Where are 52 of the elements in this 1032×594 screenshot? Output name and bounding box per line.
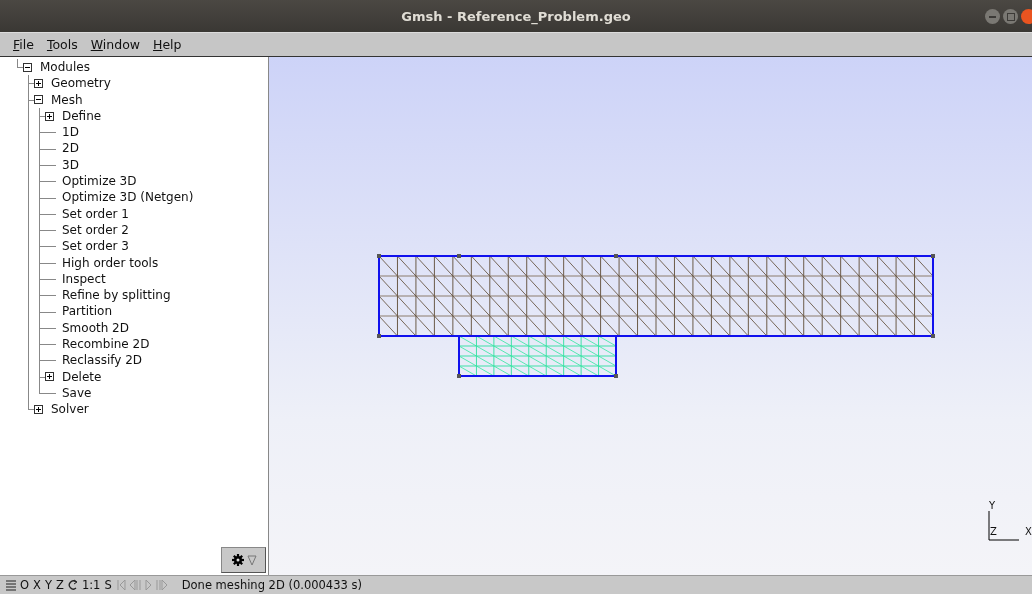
s-button[interactable]: S (104, 578, 112, 592)
tree-item[interactable]: Set order 1 (56, 205, 129, 222)
menu-icon[interactable] (6, 579, 16, 591)
view-button[interactable]: Z (56, 578, 64, 592)
graphics-canvas[interactable]: Y Z X (269, 57, 1032, 575)
tree-item[interactable]: Save (56, 384, 92, 402)
expand-icon[interactable] (34, 404, 43, 414)
view-button[interactable]: O (20, 578, 30, 592)
tree-item[interactable]: 1D (56, 124, 79, 141)
axis-label: X (1025, 527, 1032, 537)
settings-icon (230, 553, 257, 567)
settings-button[interactable] (221, 547, 266, 573)
tree-item[interactable]: Smooth 2D (56, 319, 129, 337)
rotate-icon[interactable] (67, 579, 78, 591)
collapse-icon[interactable] (34, 95, 43, 105)
tree-item[interactable]: Mesh (45, 91, 83, 108)
tree-item[interactable]: Set order 3 (56, 238, 129, 255)
status-message: Done meshing 2D (0.000433 s) (181, 578, 362, 592)
tree-item[interactable]: Geometry (45, 75, 111, 92)
tree-item[interactable]: 2D (56, 140, 79, 157)
expand-icon[interactable] (45, 111, 54, 121)
tree-item[interactable]: Reclassify 2D (56, 352, 143, 369)
close-icon[interactable] (1021, 9, 1032, 24)
menu-item[interactable]: Window (90, 37, 140, 52)
tree-item[interactable]: Delete (56, 368, 102, 385)
tree-item[interactable]: 3D (56, 156, 79, 174)
axes-icon (988, 511, 1020, 541)
expand-icon[interactable] (34, 78, 43, 88)
scale-button[interactable]: 1:1 (81, 578, 101, 592)
tree-item[interactable]: Partition (56, 303, 112, 320)
menu-item[interactable]: Help (153, 37, 182, 52)
tree-item[interactable]: Modules (34, 59, 90, 76)
maximize-icon[interactable] (1003, 9, 1018, 24)
menu-item[interactable]: File (13, 37, 34, 52)
axis-label: Y (989, 501, 996, 511)
expand-icon[interactable] (45, 372, 54, 382)
tree-item[interactable]: Inspect (56, 270, 106, 288)
tree-item[interactable]: High order tools (56, 254, 159, 271)
axis-label: Z (990, 527, 997, 537)
minimize-icon[interactable] (985, 9, 1000, 24)
tree-item[interactable]: Refine by splitting (56, 287, 171, 304)
window-title: Gmsh - Reference_Problem.geo (401, 8, 631, 24)
tree-item[interactable]: Solver (45, 401, 89, 418)
collapse-icon[interactable] (23, 62, 32, 72)
tree-item[interactable]: Set order 2 (56, 221, 129, 239)
view-button[interactable]: X (33, 578, 41, 592)
tree-item[interactable]: Optimize 3D (56, 173, 137, 190)
tree-item[interactable]: Define (56, 107, 102, 125)
tree-item[interactable]: Recombine 2D (56, 336, 150, 353)
view-button[interactable]: Y (44, 578, 52, 592)
menu-item[interactable]: Tools (46, 37, 78, 52)
tree-item[interactable]: Optimize 3D (Netgen) (56, 189, 194, 206)
